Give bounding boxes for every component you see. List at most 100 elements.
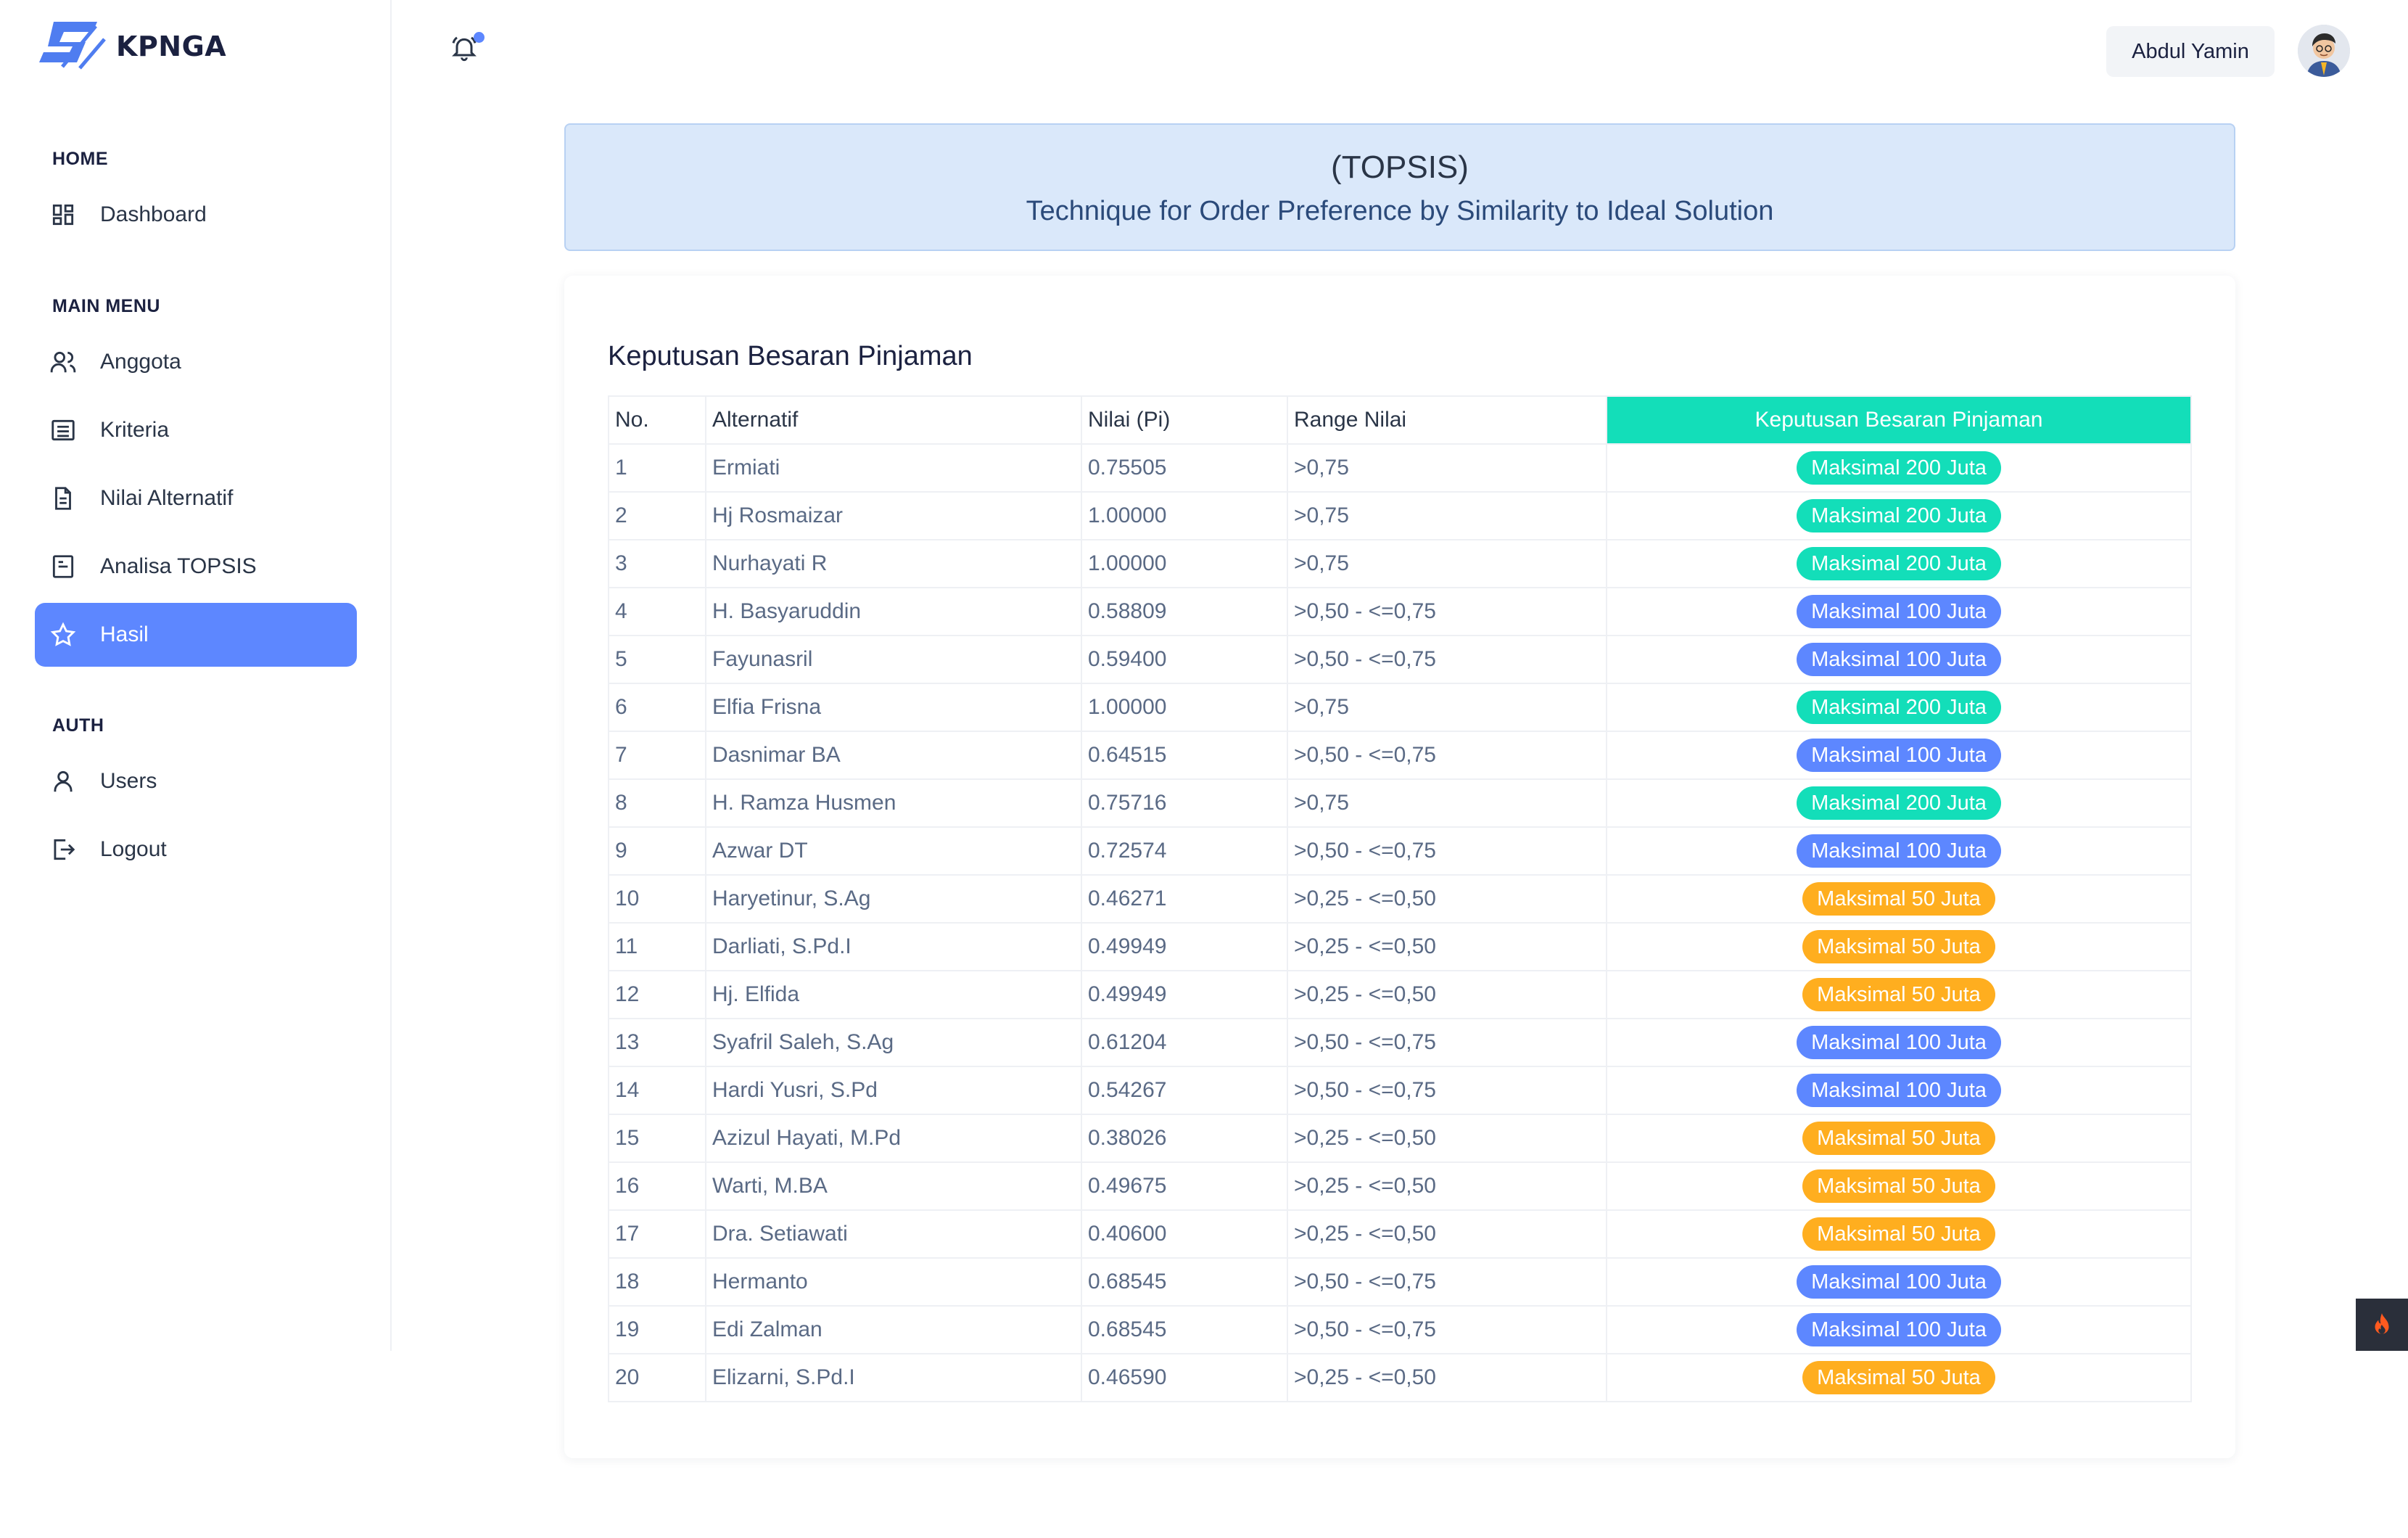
logout-icon	[49, 836, 77, 863]
cell-alternatif: Azwar DT	[705, 826, 1082, 876]
sidebar-item-label: Users	[100, 769, 157, 793]
cell-range: >0,50 - <=0,75	[1287, 587, 1607, 636]
cell-no: 15	[608, 1114, 706, 1163]
sidebar-item-anggota[interactable]: Anggota	[35, 330, 357, 394]
cell-range: >0,50 - <=0,75	[1287, 635, 1607, 684]
column-header-alternatif: Alternatif	[705, 395, 1082, 445]
cell-no: 9	[608, 826, 706, 876]
cell-alternatif: Hj Rosmaizar	[705, 491, 1082, 540]
cell-alternatif: Warti, M.BA	[705, 1161, 1082, 1211]
sidebar-item-label: Logout	[100, 837, 167, 861]
sidebar-item-analisa-topsis[interactable]: Analisa TOPSIS	[35, 535, 357, 599]
sidebar-item-nilai-alternatif[interactable]: Nilai Alternatif	[35, 466, 357, 530]
star-icon	[49, 621, 77, 649]
status-badge: Maksimal 100 Juta	[1797, 1313, 2001, 1346]
cell-nilai: 0.54267	[1081, 1066, 1288, 1115]
table-row: 12 Hj. Elfida 0.49949 >0,25 - <=0,50 Maksima…	[608, 970, 2192, 1019]
sidebar-item-logout[interactable]: Logout	[35, 818, 357, 881]
cell-no: 4	[608, 587, 706, 636]
table-row: 10 Haryetinur, S.Ag 0.46271 >0,25 - <=0,50 M…	[608, 874, 2192, 924]
cell-no: 3	[608, 539, 706, 588]
cell-no: 19	[608, 1305, 706, 1354]
cell-alternatif: Dra. Setiawati	[705, 1209, 1082, 1259]
sidebar-item-label: Dashboard	[100, 202, 207, 226]
cell-keputusan: Maksimal 50 Juta	[1606, 1353, 2192, 1402]
column-header-range: Range Nilai	[1287, 395, 1607, 445]
cell-range: >0,50 - <=0,75	[1287, 1305, 1607, 1354]
floating-action-button[interactable]	[2356, 1299, 2408, 1351]
cell-alternatif: Elfia Frisna	[705, 683, 1082, 732]
status-badge: Maksimal 100 Juta	[1797, 595, 2001, 628]
cell-nilai: 0.75505	[1081, 443, 1288, 493]
cell-nilai: 0.64515	[1081, 731, 1288, 780]
cell-alternatif: Ermiati	[705, 443, 1082, 493]
sidebar-item-dashboard[interactable]: Dashboard	[35, 183, 357, 247]
file-text-icon	[49, 485, 77, 512]
sidebar-item-label: Kriteria	[100, 418, 170, 442]
topsis-banner: (TOPSIS) Technique for Order Preference …	[564, 123, 2235, 251]
cell-no: 7	[608, 731, 706, 780]
cell-no: 18	[608, 1257, 706, 1307]
table-row: 15 Azizul Hayati, M.Pd 0.38026 >0,25 - <=0,…	[608, 1114, 2192, 1163]
status-badge: Maksimal 100 Juta	[1797, 1265, 2001, 1299]
status-badge: Maksimal 100 Juta	[1797, 834, 2001, 868]
cell-alternatif: H. Basyaruddin	[705, 587, 1082, 636]
column-header-keputusan: Keputusan Besaran Pinjaman	[1606, 395, 2192, 445]
brand-name: KPNGA	[116, 30, 227, 62]
status-badge: Maksimal 100 Juta	[1797, 643, 2001, 676]
clipboard-icon	[49, 553, 77, 580]
cell-range: >0,75	[1287, 491, 1607, 540]
cell-range: >0,25 - <=0,50	[1287, 970, 1607, 1019]
avatar[interactable]	[2298, 25, 2350, 77]
table-row: 16 Warti, M.BA 0.49675 >0,25 - <=0,50 Maksim…	[608, 1161, 2192, 1211]
cell-nilai: 0.58809	[1081, 587, 1288, 636]
table-row: 7 Dasnimar BA 0.64515 >0,50 - <=0,75 Maksima…	[608, 731, 2192, 780]
sidebar-item-label: Anggota	[100, 350, 181, 374]
cell-no: 6	[608, 683, 706, 732]
table-header-row: No. Alternatif Nilai (Pi) Range Nilai Ke…	[608, 395, 2192, 445]
cell-nilai: 0.59400	[1081, 635, 1288, 684]
cell-range: >0,25 - <=0,50	[1287, 1114, 1607, 1163]
dashboard-icon	[49, 201, 77, 229]
cell-alternatif: Fayunasril	[705, 635, 1082, 684]
status-badge: Maksimal 50 Juta	[1802, 1122, 1995, 1155]
sidebar-item-kriteria[interactable]: Kriteria	[35, 398, 357, 462]
table-row: 2 Hj Rosmaizar 1.00000 >0,75 Maksimal 200 Ju…	[608, 491, 2192, 540]
status-badge: Maksimal 200 Juta	[1797, 547, 2001, 580]
sidebar-item-label: Hasil	[100, 622, 149, 646]
notification-button[interactable]	[450, 32, 485, 68]
cell-alternatif: Dasnimar BA	[705, 731, 1082, 780]
cell-range: >0,50 - <=0,75	[1287, 1018, 1607, 1067]
user-icon	[49, 768, 77, 795]
cell-alternatif: Hermanto	[705, 1257, 1082, 1307]
cell-nilai: 0.46271	[1081, 874, 1288, 924]
cell-alternatif: Syafril Saleh, S.Ag	[705, 1018, 1082, 1067]
cell-nilai: 0.46590	[1081, 1353, 1288, 1402]
table-row: 3 Nurhayati R 1.00000 >0,75 Maksimal 200 Jut…	[608, 539, 2192, 588]
cell-no: 16	[608, 1161, 706, 1211]
status-badge: Maksimal 100 Juta	[1797, 739, 2001, 772]
cell-alternatif: Nurhayati R	[705, 539, 1082, 588]
table-row: 13 Syafril Saleh, S.Ag 0.61204 >0,50 - <=0,…	[608, 1018, 2192, 1067]
cell-nilai: 0.75716	[1081, 778, 1288, 828]
cell-alternatif: H. Ramza Husmen	[705, 778, 1082, 828]
banner-subtitle: Technique for Order Preference by Simila…	[1026, 196, 1774, 226]
cell-keputusan: Maksimal 100 Juta	[1606, 1257, 2192, 1307]
banner-title: (TOPSIS)	[1331, 149, 1469, 185]
cell-keputusan: Maksimal 200 Juta	[1606, 443, 2192, 493]
sidebar-item-users[interactable]: Users	[35, 749, 357, 813]
table-row: 17 Dra. Setiawati 0.40600 >0,25 - <=0,50 Mak…	[608, 1209, 2192, 1259]
sidebar-item-hasil[interactable]: Hasil	[35, 603, 357, 667]
list-icon	[49, 416, 77, 444]
cell-keputusan: Maksimal 100 Juta	[1606, 1066, 2192, 1115]
cell-no: 17	[608, 1209, 706, 1259]
result-card: Keputusan Besaran Pinjaman No. Alternati…	[564, 276, 2235, 1458]
cell-keputusan: Maksimal 50 Juta	[1606, 1209, 2192, 1259]
cell-alternatif: Azizul Hayati, M.Pd	[705, 1114, 1082, 1163]
cell-alternatif: Edi Zalman	[705, 1305, 1082, 1354]
brand-logo[interactable]: KPNGA	[35, 17, 226, 75]
status-badge: Maksimal 200 Juta	[1797, 691, 2001, 724]
user-menu-button[interactable]: Abdul Yamin	[2106, 26, 2275, 77]
section-auth: AUTH	[52, 715, 104, 736]
cell-nilai: 0.68545	[1081, 1257, 1288, 1307]
